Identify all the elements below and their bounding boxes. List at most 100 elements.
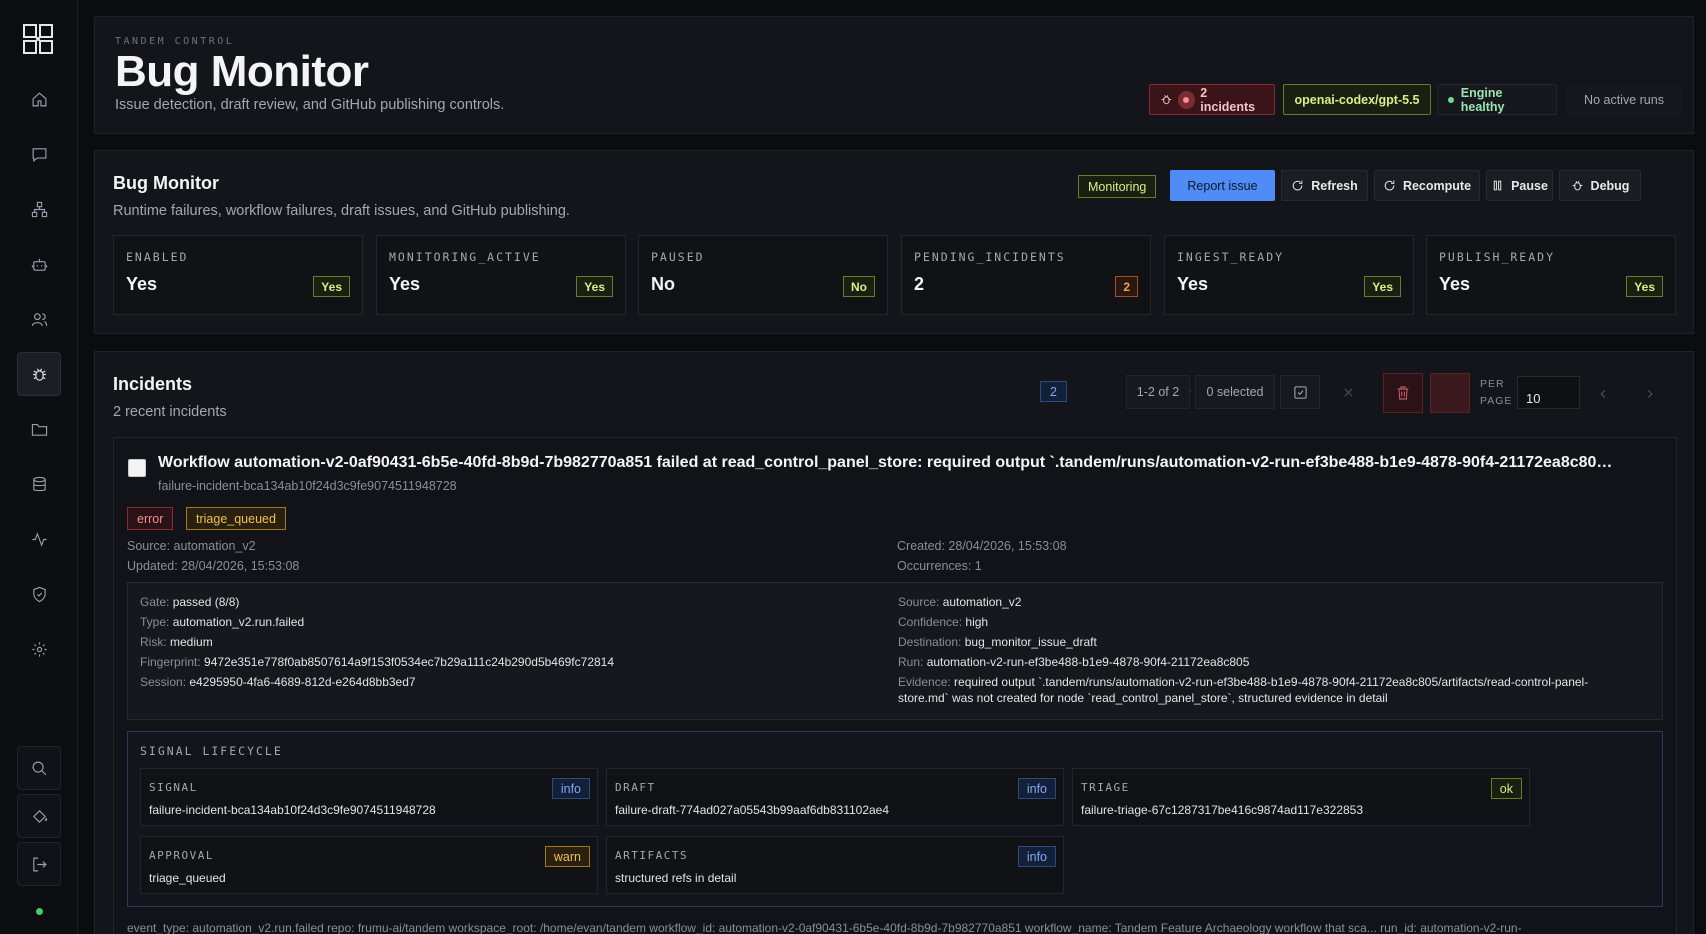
nav-security[interactable] xyxy=(17,572,61,616)
stat-label: PAUSED xyxy=(651,250,705,264)
lifecycle-badge: info xyxy=(1017,846,1056,867)
pagination-range: 1-2 of 2 xyxy=(1126,375,1190,409)
nav-settings[interactable] xyxy=(17,627,61,671)
stat-paused: PAUSED No No xyxy=(638,235,888,315)
monitoring-status-tag: Monitoring xyxy=(1078,175,1157,198)
stat-badge: Yes xyxy=(1626,276,1663,297)
lifecycle-value: failure-draft-774ad027a05543b99aaf6db831… xyxy=(615,803,890,817)
nav-team[interactable] xyxy=(17,297,61,341)
pause-button-label: Pause xyxy=(1511,178,1548,193)
active-runs-pill: No active runs xyxy=(1565,84,1683,115)
stat-label: PUBLISH_READY xyxy=(1439,250,1556,264)
monitor-subtitle: Runtime failures, workflow failures, dra… xyxy=(113,203,570,219)
lifecycle-badge: warn xyxy=(544,846,590,867)
bug-icon xyxy=(1572,180,1582,191)
incident-checkbox[interactable] xyxy=(128,459,146,477)
nav-agents[interactable] xyxy=(17,242,61,286)
page-subtitle: Issue detection, draft review, and GitHu… xyxy=(115,97,505,113)
lifecycle-triage: TRIAGE failure-triage-67c1287317be416c98… xyxy=(1072,768,1530,826)
stat-label: INGEST_READY xyxy=(1177,250,1285,264)
lifecycle-value: structured refs in detail xyxy=(615,871,737,885)
incident-id: failure-incident-bca134ab10f24d3c9fe9074… xyxy=(158,479,457,493)
incidents-subtitle: 2 recent incidents xyxy=(113,404,227,420)
close-icon xyxy=(1343,387,1353,397)
stat-label: ENABLED xyxy=(126,250,189,264)
signal-lifecycle: SIGNAL LIFECYCLE SIGNAL failure-incident… xyxy=(127,731,1663,907)
nav-theme[interactable] xyxy=(17,794,61,838)
bug-icon xyxy=(1161,95,1172,105)
delete-selected-button[interactable] xyxy=(1383,373,1423,413)
nav-workflows[interactable] xyxy=(17,187,61,231)
incident-title[interactable]: Workflow automation-v2-0af90431-6b5e-40f… xyxy=(158,454,1618,472)
nav-search[interactable] xyxy=(17,746,61,790)
engine-status-label: Engine healthy xyxy=(1460,85,1505,114)
lifecycle-label: SIGNAL xyxy=(149,781,198,794)
pause-icon xyxy=(1493,180,1502,191)
status-chip: triage_queued xyxy=(186,507,286,530)
shield-icon xyxy=(32,586,46,602)
page-header: TANDEM CONTROL Bug Monitor Issue detecti… xyxy=(94,16,1694,134)
danger-action-button[interactable] xyxy=(1430,373,1470,413)
lifecycle-value: failure-incident-bca134ab10f24d3c9fe9074… xyxy=(149,803,436,817)
paint-bucket-icon xyxy=(32,809,47,823)
grid-logo-icon[interactable] xyxy=(23,24,53,54)
per-page-input[interactable] xyxy=(1517,376,1580,409)
lifecycle-approval: APPROVAL triage_queued warn xyxy=(140,836,598,894)
recompute-button[interactable]: Recompute xyxy=(1374,170,1480,201)
lifecycle-label: ARTIFACTS xyxy=(615,849,689,862)
detail-confidence: Confidence: high xyxy=(898,615,989,629)
select-all-button[interactable] xyxy=(1280,375,1320,409)
lifecycle-artifacts: ARTIFACTS structured refs in detail info xyxy=(606,836,1064,894)
incident-details: Gate: passed (8/8) Type: automation_v2.r… xyxy=(127,582,1663,720)
lifecycle-value: failure-triage-67c1287317be416c9874ad117… xyxy=(1081,803,1364,817)
hierarchy-icon xyxy=(31,201,47,217)
stat-value: Yes xyxy=(389,274,421,294)
nav-home[interactable] xyxy=(17,77,61,121)
stat-badge: Yes xyxy=(576,276,613,297)
debug-button[interactable]: Debug xyxy=(1559,170,1641,201)
pause-button[interactable]: Pause xyxy=(1486,170,1553,201)
stat-badge: No xyxy=(843,276,875,297)
model-pill[interactable]: openai-codex/gpt-5.5 xyxy=(1283,84,1431,115)
stat-value: No xyxy=(651,274,675,294)
stat-pending-incidents: PENDING_INCIDENTS 2 2 xyxy=(901,235,1151,315)
nav-data[interactable] xyxy=(17,462,61,506)
chat-icon xyxy=(32,147,46,162)
stat-badge: 2 xyxy=(1115,276,1138,297)
incident-created: Created: 28/04/2026, 15:53:08 xyxy=(897,539,1067,553)
nav-chat[interactable] xyxy=(17,132,61,176)
incident-raw-fields: event_type: automation_v2.run.failed rep… xyxy=(127,921,1522,934)
nav-bug-monitor[interactable] xyxy=(17,352,61,396)
refresh-button[interactable]: Refresh xyxy=(1281,170,1368,201)
incident-updated: Updated: 28/04/2026, 15:53:08 xyxy=(127,559,300,573)
nav-logout[interactable] xyxy=(17,842,61,886)
clear-selection-button[interactable] xyxy=(1328,375,1368,409)
incidents-pill[interactable]: 2 incidents xyxy=(1149,84,1275,115)
chevron-right-icon xyxy=(1647,390,1653,398)
engine-status-pill: Engine healthy xyxy=(1437,84,1557,115)
prev-page-button[interactable] xyxy=(1588,379,1618,409)
incident-card[interactable]: Workflow automation-v2-0af90431-6b5e-40f… xyxy=(113,437,1677,934)
recompute-button-label: Recompute xyxy=(1402,178,1472,193)
detail-run: Run: automation-v2-run-ef3be488-b1e9-487… xyxy=(898,655,1250,669)
next-page-button[interactable] xyxy=(1635,379,1665,409)
search-icon xyxy=(32,761,46,775)
detail-risk: Risk: medium xyxy=(140,635,213,649)
stat-value: 2 xyxy=(914,274,925,294)
lifecycle-badge: info xyxy=(551,778,590,799)
nav-files[interactable] xyxy=(17,407,61,451)
recompute-icon xyxy=(1384,180,1395,191)
stat-value: Yes xyxy=(1439,274,1471,294)
lifecycle-badge: ok xyxy=(1490,778,1522,799)
detail-evidence: Evidence: required output `.tandem/runs/… xyxy=(898,675,1589,705)
robot-icon xyxy=(31,258,47,271)
incident-count-badge: 2 xyxy=(1040,381,1067,402)
detail-type: Type: automation_v2.run.failed xyxy=(140,615,305,629)
detail-destination: Destination: bug_monitor_issue_draft xyxy=(898,635,1097,649)
report-issue-button[interactable]: Report issue xyxy=(1170,170,1275,201)
bug-icon xyxy=(32,368,46,381)
severity-chip: error xyxy=(127,507,174,530)
nav-activity[interactable] xyxy=(17,517,61,561)
folder-icon xyxy=(31,423,47,436)
lifecycle-draft: DRAFT failure-draft-774ad027a05543b99aaf… xyxy=(606,768,1064,826)
